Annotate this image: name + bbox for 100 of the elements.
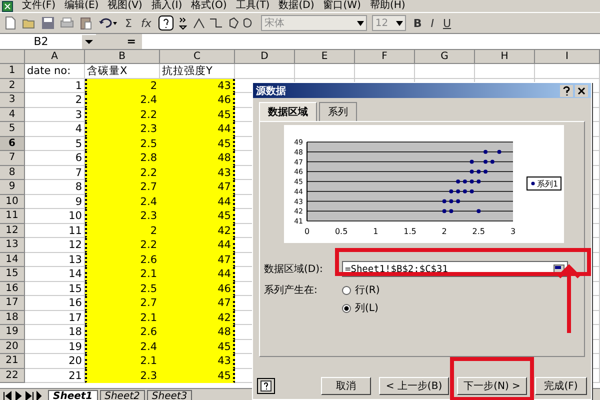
- table-cell: 45: [160, 368, 235, 383]
- table-cell: 2.1: [85, 310, 160, 325]
- row-header[interactable]: 11: [0, 209, 25, 224]
- row-header[interactable]: 7: [0, 151, 25, 166]
- series-in-label: 系列产生在:: [264, 284, 318, 298]
- row-header[interactable]: 12: [0, 224, 25, 238]
- table-cell: 47: [160, 252, 235, 267]
- table-cell: 47: [160, 180, 235, 194]
- row-header[interactable]: 20: [0, 340, 25, 354]
- row-header[interactable]: 8: [0, 166, 25, 180]
- table-cell: 2.2: [85, 238, 160, 252]
- row-header[interactable]: 13: [0, 238, 25, 252]
- table-cell: 2.1: [85, 354, 160, 368]
- name-box[interactable]: B2: [0, 35, 82, 48]
- table-cell: 44: [160, 238, 235, 252]
- row-header[interactable]: 16: [0, 282, 25, 296]
- column-header[interactable]: B: [85, 50, 160, 64]
- table-cell: 44: [160, 267, 235, 282]
- table-cell: 2.3: [85, 122, 160, 136]
- menu-item[interactable]: 帮助(H): [370, 0, 406, 12]
- sum-button[interactable]: Σ: [123, 16, 134, 30]
- legend: 系列1: [526, 176, 562, 190]
- menu-item[interactable]: 格式(O): [191, 0, 227, 12]
- dialog-tab[interactable]: 系列: [319, 102, 357, 121]
- table-cell: 43: [160, 166, 235, 180]
- dialog-button[interactable]: 完成(F): [535, 377, 587, 395]
- menu-item[interactable]: 编辑(E): [64, 0, 99, 12]
- range-label: 数据区域(D):: [264, 262, 324, 276]
- dialog-button[interactable]: 下一步(N) >: [457, 377, 527, 395]
- column-header[interactable]: F: [355, 50, 415, 64]
- table-cell: 44: [160, 194, 235, 209]
- table-cell: 2.3: [85, 368, 160, 383]
- table-cell: 43: [160, 78, 235, 93]
- column-header[interactable]: I: [535, 50, 600, 64]
- row-header[interactable]: 22: [0, 368, 25, 383]
- table-cell: 2: [85, 224, 160, 238]
- table-cell: 2.7: [85, 296, 160, 310]
- row-header[interactable]: 3: [0, 93, 25, 108]
- table-cell: date no:: [25, 64, 85, 78]
- sheet-tab[interactable]: Sheet1: [48, 390, 98, 400]
- table-cell: 2.6: [85, 325, 160, 340]
- row-header[interactable]: 1: [0, 64, 25, 78]
- x-tick-label: 1.5: [404, 227, 416, 236]
- table-cell: 2.6: [85, 252, 160, 267]
- row-header[interactable]: 10: [0, 194, 25, 209]
- table-cell: 45: [160, 340, 235, 354]
- underline-button[interactable]: U: [440, 16, 454, 30]
- menu-item[interactable]: 工具(T): [236, 0, 270, 12]
- row-header[interactable]: 4: [0, 108, 25, 122]
- row-header[interactable]: 14: [0, 252, 25, 267]
- row-header[interactable]: 9: [0, 180, 25, 194]
- row-header[interactable]: 21: [0, 354, 25, 368]
- dialog-title: 源数据: [256, 84, 287, 98]
- row-header[interactable]: 18: [0, 310, 25, 325]
- table-cell: 45: [160, 108, 235, 122]
- table-cell: 46: [160, 93, 235, 108]
- x-tick-label: 2: [442, 227, 447, 236]
- column-header[interactable]: A: [25, 50, 85, 64]
- x-tick-label: 0: [304, 227, 310, 236]
- radio-option[interactable]: 列(L): [342, 301, 380, 315]
- dialog-button[interactable]: < 上一步(B): [379, 377, 449, 395]
- table-cell: 2.1: [85, 267, 160, 282]
- row-header[interactable]: 6: [0, 136, 25, 151]
- italic-button[interactable]: I: [428, 16, 436, 30]
- table-cell: 2.3: [85, 209, 160, 224]
- x-tick-label: 0.5: [334, 227, 348, 236]
- row-header[interactable]: 2: [0, 78, 25, 93]
- function-button[interactable]: fx: [138, 16, 154, 30]
- table-cell: 43: [160, 354, 235, 368]
- column-header[interactable]: E: [295, 50, 355, 64]
- menu-item[interactable]: 视图(V): [108, 0, 142, 12]
- column-header[interactable]: H: [475, 50, 535, 64]
- menu-item[interactable]: 插入(I): [151, 0, 182, 12]
- x-tick-label: 2.5: [472, 227, 486, 236]
- table-cell: 2.4: [85, 93, 160, 108]
- table-cell: 2.5: [85, 282, 160, 296]
- menu-item[interactable]: 数据(D): [278, 0, 314, 12]
- sheet-tab[interactable]: Sheet2: [100, 390, 145, 400]
- table-cell: 46: [160, 282, 235, 296]
- column-header[interactable]: C: [160, 50, 235, 64]
- legend-label: 系列1: [537, 180, 558, 188]
- table-cell: 42: [160, 224, 235, 238]
- table-cell: 2.4: [85, 340, 160, 354]
- x-tick-label: 1: [373, 227, 378, 236]
- bold-button[interactable]: B: [411, 16, 424, 30]
- table-cell: 44: [160, 122, 235, 136]
- row-header[interactable]: 19: [0, 325, 25, 340]
- row-header[interactable]: 17: [0, 296, 25, 310]
- table-cell: 2.2: [85, 108, 160, 122]
- row-header[interactable]: 15: [0, 267, 25, 282]
- radio-option[interactable]: 行(R): [342, 283, 380, 297]
- row-header[interactable]: 5: [0, 122, 25, 136]
- sheet-tab[interactable]: Sheet3: [146, 390, 192, 400]
- column-header[interactable]: G: [415, 50, 475, 64]
- table-cell: 2.8: [85, 151, 160, 166]
- table-cell: 2.7: [85, 180, 160, 194]
- table-cell: 2.2: [85, 166, 160, 180]
- column-header[interactable]: D: [235, 50, 295, 64]
- dialog-button[interactable]: 取消: [321, 377, 371, 395]
- dialog-tab[interactable]: 数据区域: [259, 102, 317, 121]
